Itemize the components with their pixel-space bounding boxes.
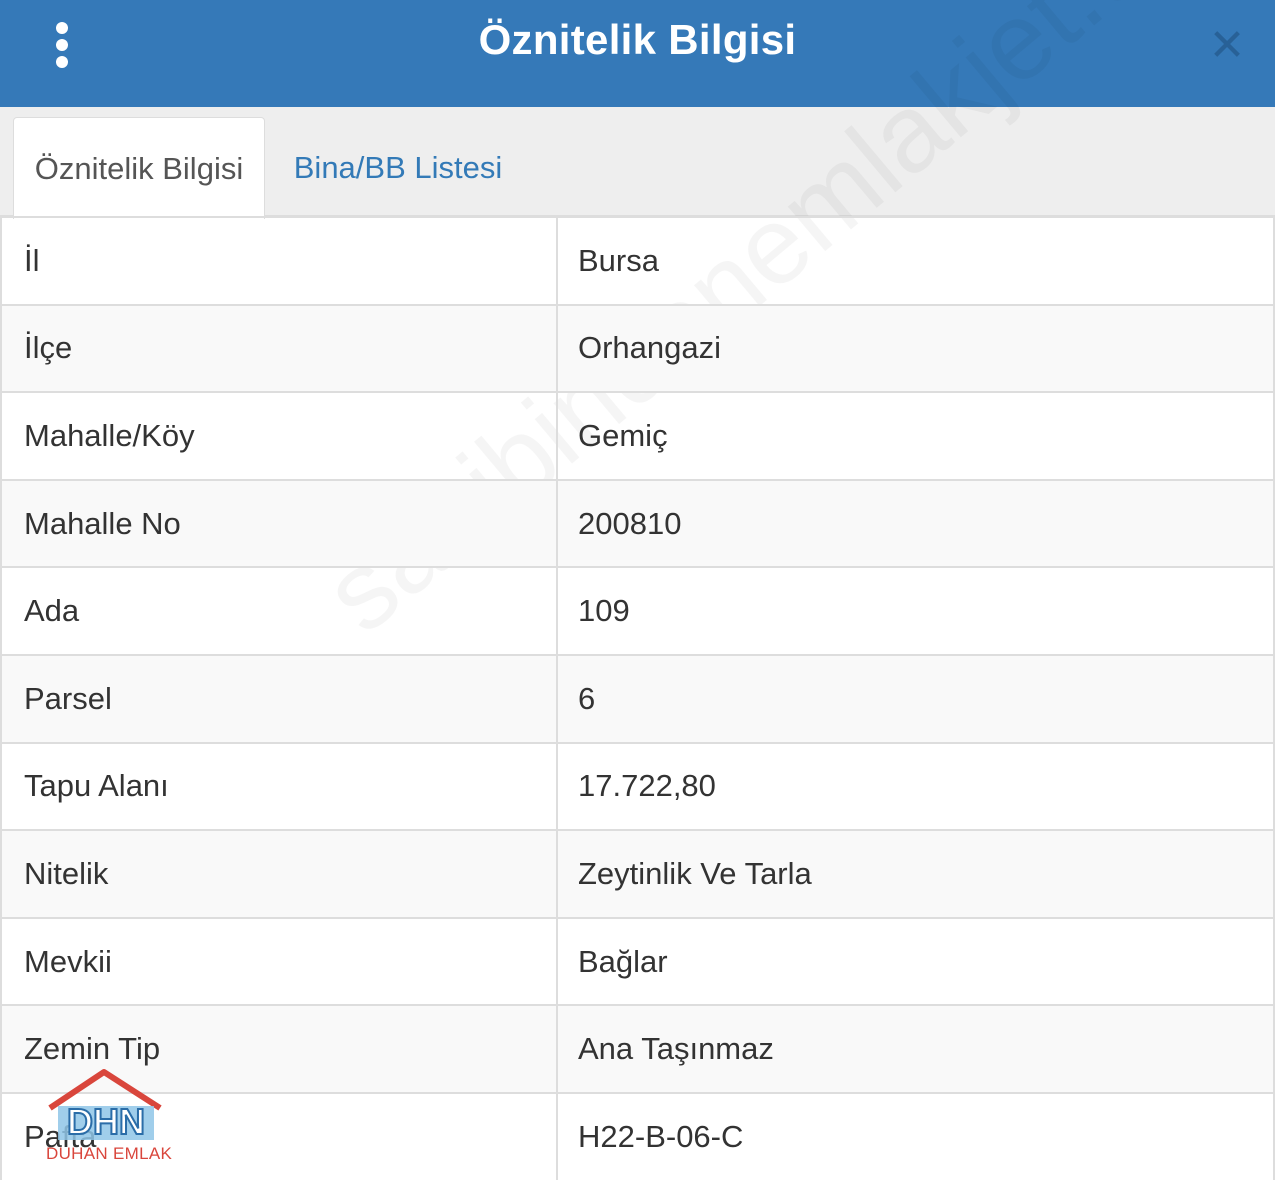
table-row: Mevkii Bağlar [0,916,1275,1007]
row-key: Ada [0,566,558,656]
close-icon[interactable]: ✕ [1205,24,1249,68]
table-row: Nitelik Zeytinlik Ve Tarla [0,829,1275,919]
tab-oznitelik-bilgisi[interactable]: Öznitelik Bilgisi [13,117,265,219]
row-value: 200810 [556,478,1275,569]
row-key: İlçe [0,303,558,394]
table-row: Ada 109 [0,566,1275,656]
table-row: Tapu Alanı 17.722,80 [0,741,1275,832]
attribute-table: İl Bursa İlçe Orhangazi Mahalle/Köy Gemiç Maha… [0,216,1275,1180]
row-value: Bağlar [556,916,1275,1007]
row-key: Pafta [0,1091,558,1180]
row-key: Zemin Tip [0,1004,558,1094]
row-value: 6 [556,653,1275,744]
row-key: Mahalle No [0,478,558,569]
table-row: Zemin Tip Ana Taşınmaz [0,1004,1275,1094]
table-row: Mahalle/Köy Gemiç [0,391,1275,481]
row-key: Tapu Alanı [0,741,558,832]
table-row: İl Bursa [0,216,1275,306]
row-key: Nitelik [0,829,558,919]
tab-bina-bb-listesi[interactable]: Bina/BB Listesi [278,117,518,219]
row-key: Mahalle/Köy [0,391,558,481]
row-value: Gemiç [556,391,1275,481]
row-value: Orhangazi [556,303,1275,394]
row-key: Parsel [0,653,558,744]
modal-header: Öznitelik Bilgisi ✕ [0,0,1275,107]
row-key: Mevkii [0,916,558,1007]
row-value: Ana Taşınmaz [556,1004,1275,1094]
table-row: İlçe Orhangazi [0,303,1275,394]
row-key: İl [0,216,558,306]
tab-bar: Öznitelik Bilgisi Bina/BB Listesi [0,107,1275,219]
row-value: Zeytinlik Ve Tarla [556,829,1275,919]
row-value: Bursa [556,216,1275,306]
row-value: 109 [556,566,1275,656]
table-row: Mahalle No 200810 [0,478,1275,569]
row-value: H22-B-06-C [556,1091,1275,1180]
modal-title: Öznitelik Bilgisi [478,16,797,63]
table-row: Parsel 6 [0,653,1275,744]
row-value: 17.722,80 [556,741,1275,832]
table-row: Pafta H22-B-06-C [0,1091,1275,1180]
